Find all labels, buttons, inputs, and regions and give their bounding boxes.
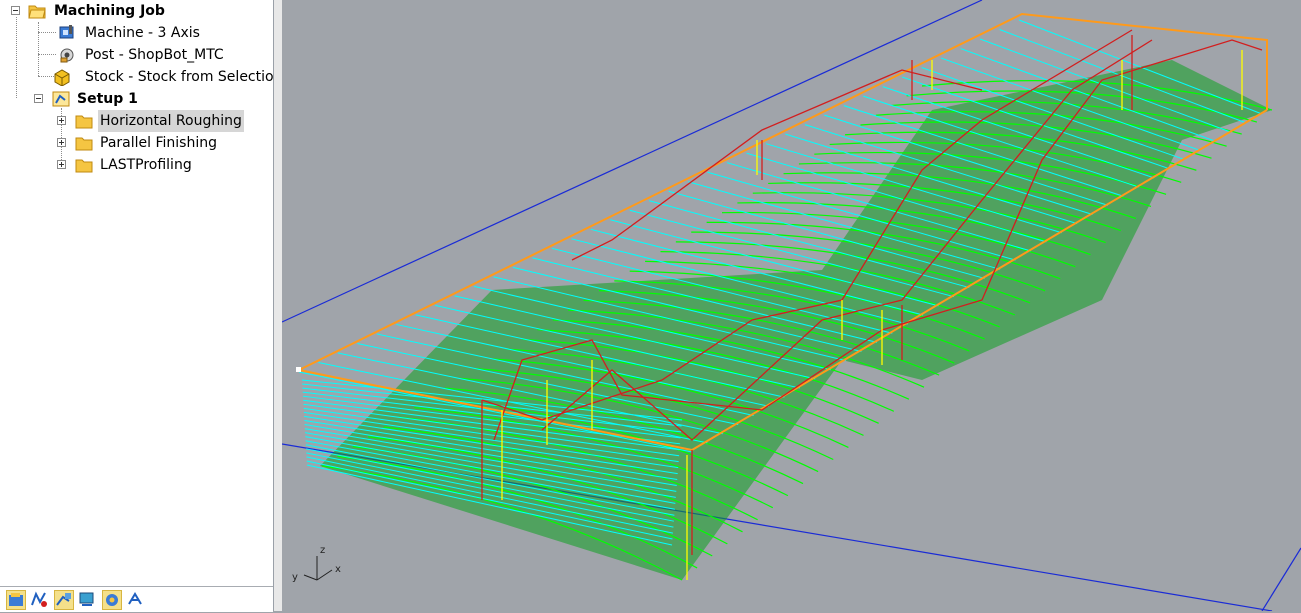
folder-icon [75, 137, 93, 151]
perspective-viewport[interactable]: z x y [282, 0, 1301, 611]
panel-splitter[interactable] [274, 0, 282, 611]
toolpath-icon [31, 591, 47, 607]
tree-label: Machine - 3 Axis [85, 25, 200, 41]
browser-toolbar [0, 586, 273, 612]
setup-tab-icon [106, 594, 118, 606]
tree-item-operation[interactable]: LASTProfiling [0, 154, 273, 176]
axis-label-z: z [320, 545, 325, 556]
axis-label-y: y [292, 572, 298, 583]
machining-job-icon [9, 593, 23, 606]
folder-icon [75, 159, 93, 173]
collapse-toggle[interactable] [11, 6, 20, 15]
post-process-icon [128, 592, 142, 605]
setup-tab-button[interactable] [102, 590, 122, 610]
machining-job-tab-button[interactable] [6, 590, 26, 610]
axis-label-x: x [335, 564, 341, 575]
toolpath-tab-button[interactable] [30, 590, 50, 610]
folder-job-icon [28, 5, 46, 19]
tree-label: Parallel Finishing [100, 135, 217, 151]
tree-label: LASTProfiling [100, 157, 192, 173]
stock-icon [79, 592, 94, 606]
setup-icon [52, 91, 70, 107]
post-icon [60, 48, 74, 63]
collapse-toggle[interactable] [34, 94, 43, 103]
toolpath-scene: z x y [282, 0, 1301, 611]
tree-label: Setup 1 [77, 91, 138, 107]
finishing-surface [320, 60, 1273, 581]
tree-item-operation[interactable]: Parallel Finishing [0, 132, 273, 154]
expand-toggle[interactable] [57, 138, 66, 147]
tree-item-machine[interactable]: Machine - 3 Axis [0, 22, 273, 44]
machining-tree: Machining Job Machine - 3 Axis Post - Sh… [0, 0, 282, 586]
tree-item-operation[interactable]: Horizontal Roughing [0, 110, 273, 132]
expand-toggle[interactable] [57, 160, 66, 169]
tree-item-setup[interactable]: Setup 1 [0, 88, 273, 110]
expand-toggle[interactable] [57, 116, 66, 125]
stock-corner-handle[interactable] [296, 367, 301, 372]
axis-triad [303, 556, 333, 581]
tree-item-post[interactable]: Post - ShopBot_MTC [0, 44, 273, 66]
post-tab-button[interactable] [126, 590, 146, 610]
tree-label: Post - ShopBot_MTC [85, 47, 224, 63]
folder-icon [75, 115, 93, 129]
tree-item-machining-job[interactable]: Machining Job [0, 0, 273, 22]
simulate-tab-button[interactable] [54, 590, 74, 610]
tree-label: Horizontal Roughing [98, 110, 244, 132]
tree-item-stock[interactable]: Stock - Stock from Selection [0, 66, 282, 88]
tree-label: Stock - Stock from Selection [85, 69, 283, 85]
tree-label: Machining Job [54, 3, 165, 19]
browser-panel: Machining Job Machine - 3 Axis Post - Sh… [0, 0, 282, 612]
stock-tab-button[interactable] [78, 590, 98, 610]
machine-icon [59, 25, 74, 39]
simulate-icon [56, 593, 71, 606]
stock-box-icon [54, 69, 70, 86]
